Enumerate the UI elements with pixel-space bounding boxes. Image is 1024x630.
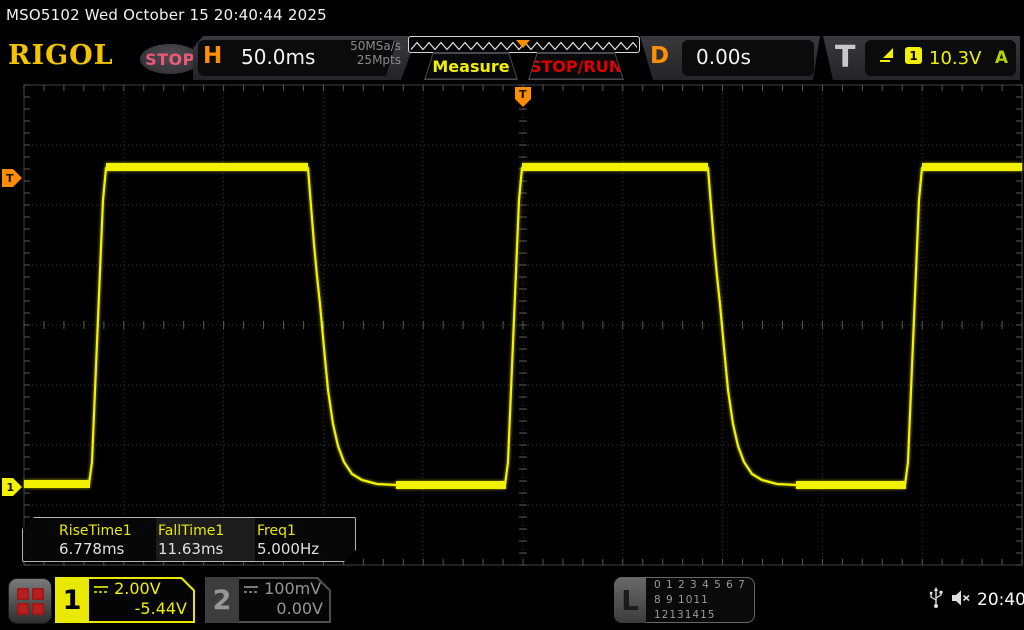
channel1-offset: -5.44V: [93, 599, 187, 619]
logic-channels-status[interactable]: L 0 1 2 3 4 5 6 7 8 9 1011 12131415: [614, 577, 755, 623]
measurement-panel[interactable]: RiseTime1 6.778ms FallTime1 11.63ms Freq…: [22, 517, 356, 562]
svg-text:1: 1: [7, 481, 15, 494]
channel1-position-marker[interactable]: 1: [2, 478, 22, 496]
trigger-position-marker[interactable]: T: [515, 87, 531, 107]
channel2-offset: 0.00V: [243, 599, 323, 619]
channel1-number: 1: [55, 577, 89, 623]
logic-label: L: [614, 577, 646, 623]
grid-squares-icon: [17, 588, 44, 615]
usb-icon: [928, 586, 944, 610]
channel2-scale: 100mV: [264, 579, 321, 598]
measurement-label: RiseTime1: [59, 522, 156, 540]
trigger-level-marker[interactable]: T: [2, 169, 22, 187]
measurement-freq: Freq1 5.000Hz: [255, 518, 354, 561]
channel2-status[interactable]: 2 100mV 0.00V: [205, 577, 331, 623]
svg-text:T: T: [519, 88, 527, 101]
measurement-value: 11.63ms: [158, 540, 255, 559]
measurement-label: Freq1: [257, 522, 354, 540]
oscilloscope-screen: MSO5102 Wed October 15 20:40:44 2025 RIG…: [0, 0, 1024, 630]
quick-menu-button[interactable]: [8, 578, 52, 624]
measurement-label: FallTime1: [158, 522, 255, 540]
logic-channel-numbers: 0 1 2 3 4 5 6 7 8 9 1011 12131415: [646, 577, 755, 623]
measurement-risetime: RiseTime1 6.778ms: [57, 518, 156, 561]
measurement-value: 5.000Hz: [257, 540, 354, 559]
dc-coupling-icon: [243, 584, 259, 595]
channel1-scale: 2.00V: [114, 579, 161, 598]
dc-coupling-icon: [93, 584, 109, 595]
logic-row1: 0 1 2 3 4 5 6 7: [654, 578, 754, 593]
logic-row2: 8 9 1011 12131415: [654, 593, 754, 623]
measurement-value: 6.778ms: [59, 540, 156, 559]
clock: 20:40: [977, 590, 1024, 610]
svg-text:T: T: [6, 172, 14, 185]
channel1-status[interactable]: 1 2.00V -5.44V: [55, 577, 195, 623]
measurement-falltime: FallTime1 11.63ms: [156, 518, 255, 561]
channel2-number: 2: [205, 577, 239, 623]
speaker-muted-icon: [950, 588, 972, 608]
channel2-scale-row: 100mV: [243, 579, 323, 599]
channel1-scale-row: 2.00V: [93, 579, 187, 599]
